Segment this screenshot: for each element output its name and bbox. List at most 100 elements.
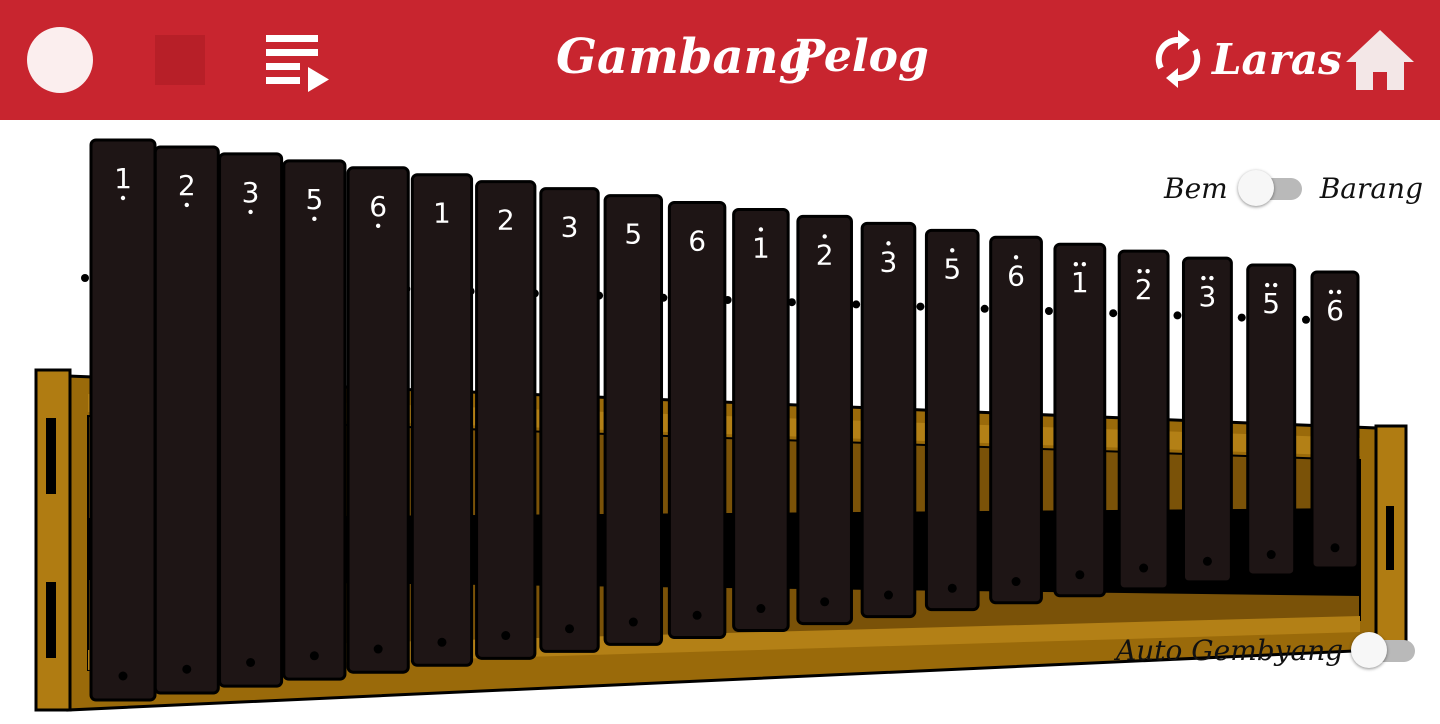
gambang-key[interactable]: 6 [667, 201, 727, 639]
gambang-key[interactable]: 1 [89, 138, 157, 702]
key-hole [118, 671, 128, 681]
key-number: 1 [433, 197, 451, 230]
gambang-key[interactable]: 6 [1310, 270, 1360, 570]
key-number: 5 [1262, 287, 1280, 320]
gambang-key[interactable]: 2 [1117, 249, 1170, 591]
key-number: 2 [178, 169, 196, 202]
key-number: 3 [1199, 280, 1217, 313]
left-cap-slot [46, 418, 56, 494]
rail-pin [852, 300, 861, 309]
bem-label: Bem [1164, 171, 1228, 205]
app-subtitle: Pelog [792, 31, 929, 82]
switch-thumb [1237, 170, 1274, 206]
key-bar [796, 214, 853, 626]
key-number: 6 [1007, 259, 1025, 292]
low-octave-dot [375, 223, 381, 228]
gambang-key[interactable]: 3 [218, 152, 284, 688]
gambang-key[interactable]: 3 [1181, 256, 1233, 584]
low-octave-dot [312, 216, 317, 222]
key-hole [820, 597, 830, 607]
high-octave-dot [1013, 255, 1019, 260]
high-octave-dot [1073, 262, 1079, 267]
rail-pin [1302, 315, 1310, 324]
rail-pin [1044, 307, 1053, 315]
key-number: 6 [1326, 294, 1344, 327]
home-icon [1346, 30, 1414, 90]
rail-pin [1237, 313, 1246, 322]
gambang-key[interactable]: 2 [475, 180, 537, 660]
rail-pin [81, 274, 89, 282]
key-number: 3 [880, 245, 898, 278]
gambang-key[interactable]: 2 [153, 145, 220, 695]
low-octave-dot [248, 209, 253, 215]
key-bar [346, 166, 410, 674]
key-hole [883, 590, 893, 600]
key-bar [282, 159, 347, 681]
key-hole [1202, 556, 1212, 566]
key-number: 2 [1135, 273, 1153, 306]
key-bar [603, 194, 664, 646]
high-octave-dot [1081, 262, 1087, 267]
key-bar [218, 152, 284, 688]
playlist-button[interactable] [262, 30, 334, 94]
key-hole [628, 617, 638, 627]
right-cap-slot [1386, 506, 1394, 570]
gambang-key[interactable]: 6 [989, 235, 1043, 605]
high-octave-dot [886, 241, 891, 246]
key-hole [565, 624, 575, 634]
auto-gembyang-switch[interactable] [1351, 632, 1416, 668]
key-hole [309, 651, 319, 661]
key-bar [539, 187, 600, 653]
low-octave-dot [184, 202, 189, 208]
key-number: 3 [561, 211, 579, 244]
left-cap-slot [46, 582, 56, 658]
app-bar: Gambang Pelog Laras [0, 0, 1440, 120]
high-octave-dot [1201, 275, 1206, 281]
key-hole [1139, 563, 1149, 573]
key-number: 3 [242, 176, 260, 209]
laras-button[interactable]: Laras [1152, 26, 1342, 92]
gambang-key[interactable]: 2 [796, 214, 853, 626]
key-number: 2 [497, 204, 515, 237]
gambang-key[interactable]: 1 [1053, 242, 1107, 598]
home-button[interactable] [1344, 28, 1416, 92]
key-bar [153, 145, 220, 695]
sync-icon [1155, 30, 1201, 88]
gambang-instrument: 1 2 3 5 6 1 2 3 5 6 1 2 3 5 6 1 2 3 5 6 [0, 120, 1440, 720]
key-hole [692, 610, 702, 620]
gambang-key[interactable]: 5 [282, 159, 347, 681]
auto-gembyang-label: Auto Gembyang [1116, 633, 1344, 667]
gambang-key[interactable]: 3 [539, 187, 600, 653]
high-octave-dot [1209, 275, 1214, 281]
key-hole [1266, 550, 1276, 560]
gambang-key[interactable]: 6 [346, 166, 410, 674]
gambang-key[interactable]: 1 [732, 207, 790, 633]
stop-button[interactable] [155, 35, 205, 85]
key-number: 2 [816, 238, 834, 271]
instrument-canvas: 1 2 3 5 6 1 2 3 5 6 1 2 3 5 6 1 2 3 5 6 [34, 138, 1408, 712]
gambang-key[interactable]: 1 [410, 173, 474, 667]
high-octave-dot [950, 248, 955, 253]
key-number: 1 [114, 162, 132, 195]
key-bar [410, 173, 474, 667]
gambang-key[interactable]: 3 [860, 221, 917, 619]
high-octave-dot [1145, 268, 1150, 274]
low-octave-dot [120, 195, 126, 201]
high-octave-dot [822, 234, 827, 239]
key-number: 5 [305, 183, 323, 216]
rail-pin [916, 302, 925, 311]
key-number: 1 [752, 231, 770, 264]
rail-pin [1109, 309, 1118, 318]
rail-pin [1173, 311, 1182, 320]
key-hole [437, 637, 447, 647]
gambang-key[interactable]: 5 [603, 194, 664, 646]
key-hole [182, 664, 192, 674]
gambang-key[interactable]: 5 [924, 228, 980, 612]
bem-barang-switch[interactable] [1237, 170, 1302, 206]
barang-label: Barang [1319, 171, 1424, 205]
key-number: 1 [1071, 266, 1089, 299]
gambang-key[interactable]: 5 [1246, 263, 1297, 577]
record-button[interactable] [27, 27, 93, 93]
key-number: 5 [943, 252, 961, 285]
key-bar [732, 207, 790, 633]
